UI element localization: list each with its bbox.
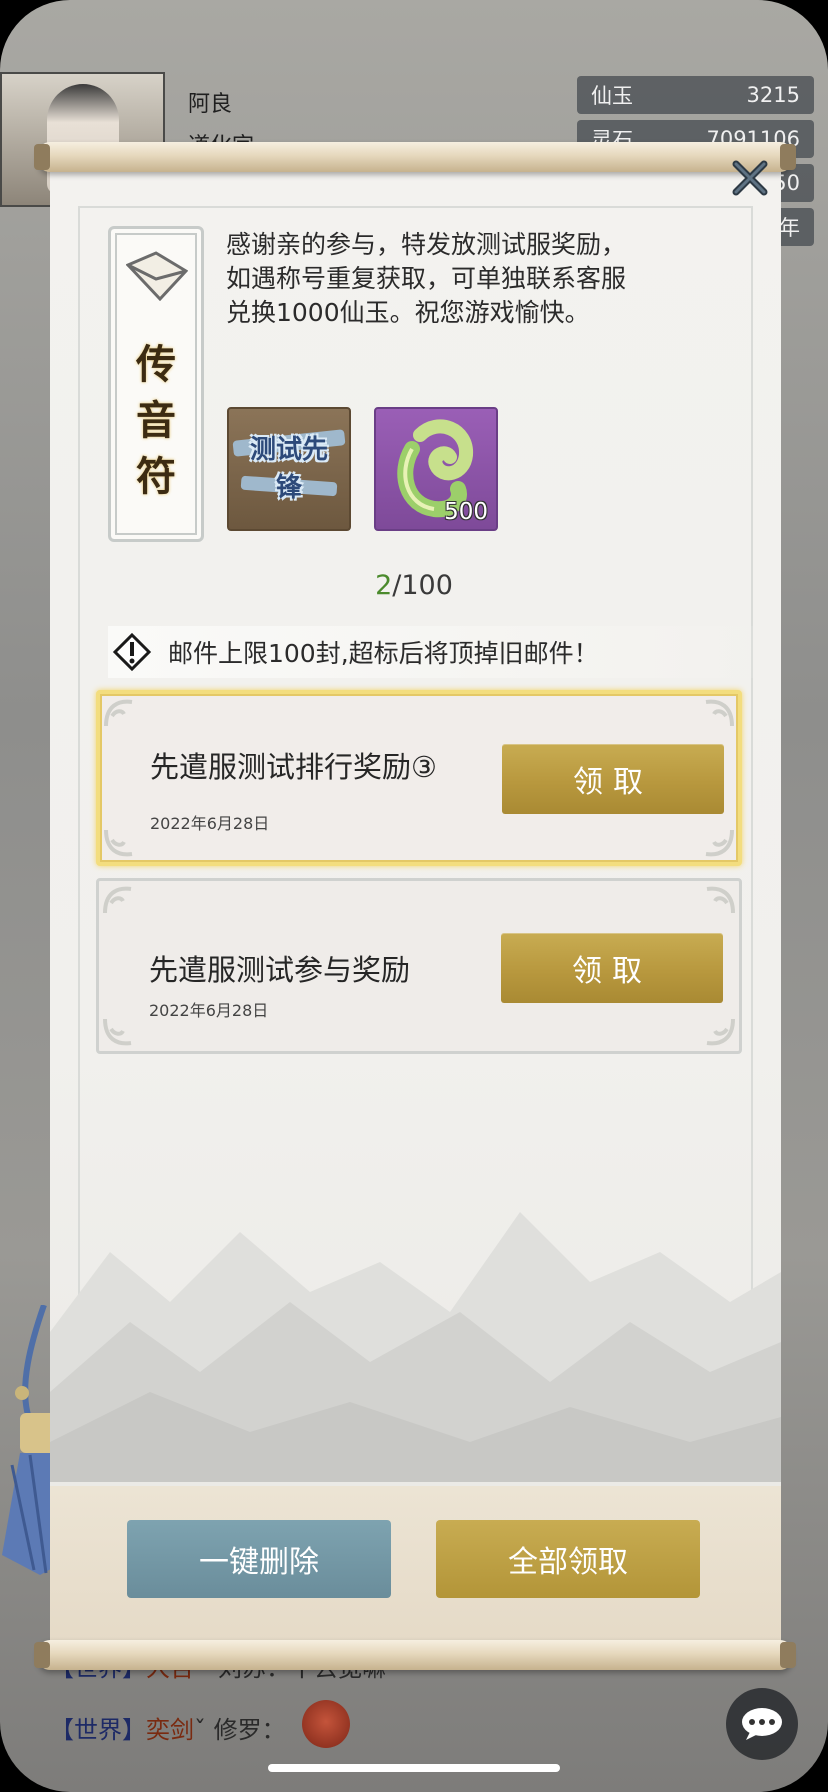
claim-button[interactable]: 领取: [501, 933, 723, 1003]
avatar-emoji-icon: [302, 1700, 350, 1748]
mail-count: 2/100: [375, 570, 453, 601]
mail-item[interactable]: 先遣服测试参与奖励 2022年6月28日 领取: [96, 878, 742, 1054]
home-indicator[interactable]: [268, 1764, 560, 1772]
scroll-rod-top: [34, 142, 796, 172]
cloud-corner-icon: [705, 829, 734, 857]
reward-item-title[interactable]: 测试先锋: [227, 407, 351, 531]
chat-line-2: 【世界】奕剑ˇ 修罗：: [50, 1716, 286, 1744]
claim-all-button[interactable]: 全部领取: [436, 1520, 700, 1598]
mountain-backdrop: [50, 1212, 781, 1482]
mail-date: 2022年6月28日: [150, 814, 270, 833]
mail-title: 先遣服测试参与奖励: [149, 953, 411, 987]
mail-message: 感谢亲的参与，特发放测试服奖励， 如遇称号重复获取，可单独联系客服 兑换1000…: [226, 230, 627, 327]
close-x-icon: [732, 160, 768, 196]
cloud-corner-icon: [103, 886, 132, 914]
mail-title: 先遣服测试排行奖励③: [150, 750, 437, 784]
reward-title-name: 测试先锋: [249, 435, 328, 503]
game-screen: 阿良 道化宗 仙玉 3215 灵石 7091106 50 年 【世界】大吉・刘苏…: [0, 0, 828, 1792]
letter-card-title: 传 音 符: [136, 341, 176, 500]
delete-all-button[interactable]: 一键删除: [127, 1520, 391, 1598]
warning-icon: [112, 632, 152, 672]
mail-item-selected[interactable]: 先遣服测试排行奖励③ 2022年6月28日 领取: [96, 690, 742, 866]
envelope-icon: [126, 251, 188, 301]
mail-limit-warning: 邮件上限100封,超标后将顶掉旧邮件！: [108, 626, 768, 678]
cloud-corner-icon: [706, 1018, 735, 1046]
resource-jade: 仙玉 3215: [577, 76, 814, 114]
cloud-corner-icon: [103, 1018, 132, 1046]
cloud-corner-icon: [104, 829, 133, 857]
letter-card: 传 音 符: [108, 226, 204, 542]
player-name: 阿良: [188, 92, 233, 117]
cloud-corner-icon: [705, 699, 734, 727]
cloud-corner-icon: [104, 699, 133, 727]
close-button[interactable]: [728, 156, 772, 200]
reward-quantity: 500: [444, 499, 488, 525]
mail-date: 2022年6月28日: [149, 1001, 269, 1020]
reward-item-jade[interactable]: 500: [374, 407, 498, 531]
scroll-rod-bottom: [34, 1640, 796, 1670]
chat-icon[interactable]: [726, 1688, 798, 1760]
claim-button[interactable]: 领取: [502, 744, 724, 814]
cloud-corner-icon: [706, 886, 735, 914]
